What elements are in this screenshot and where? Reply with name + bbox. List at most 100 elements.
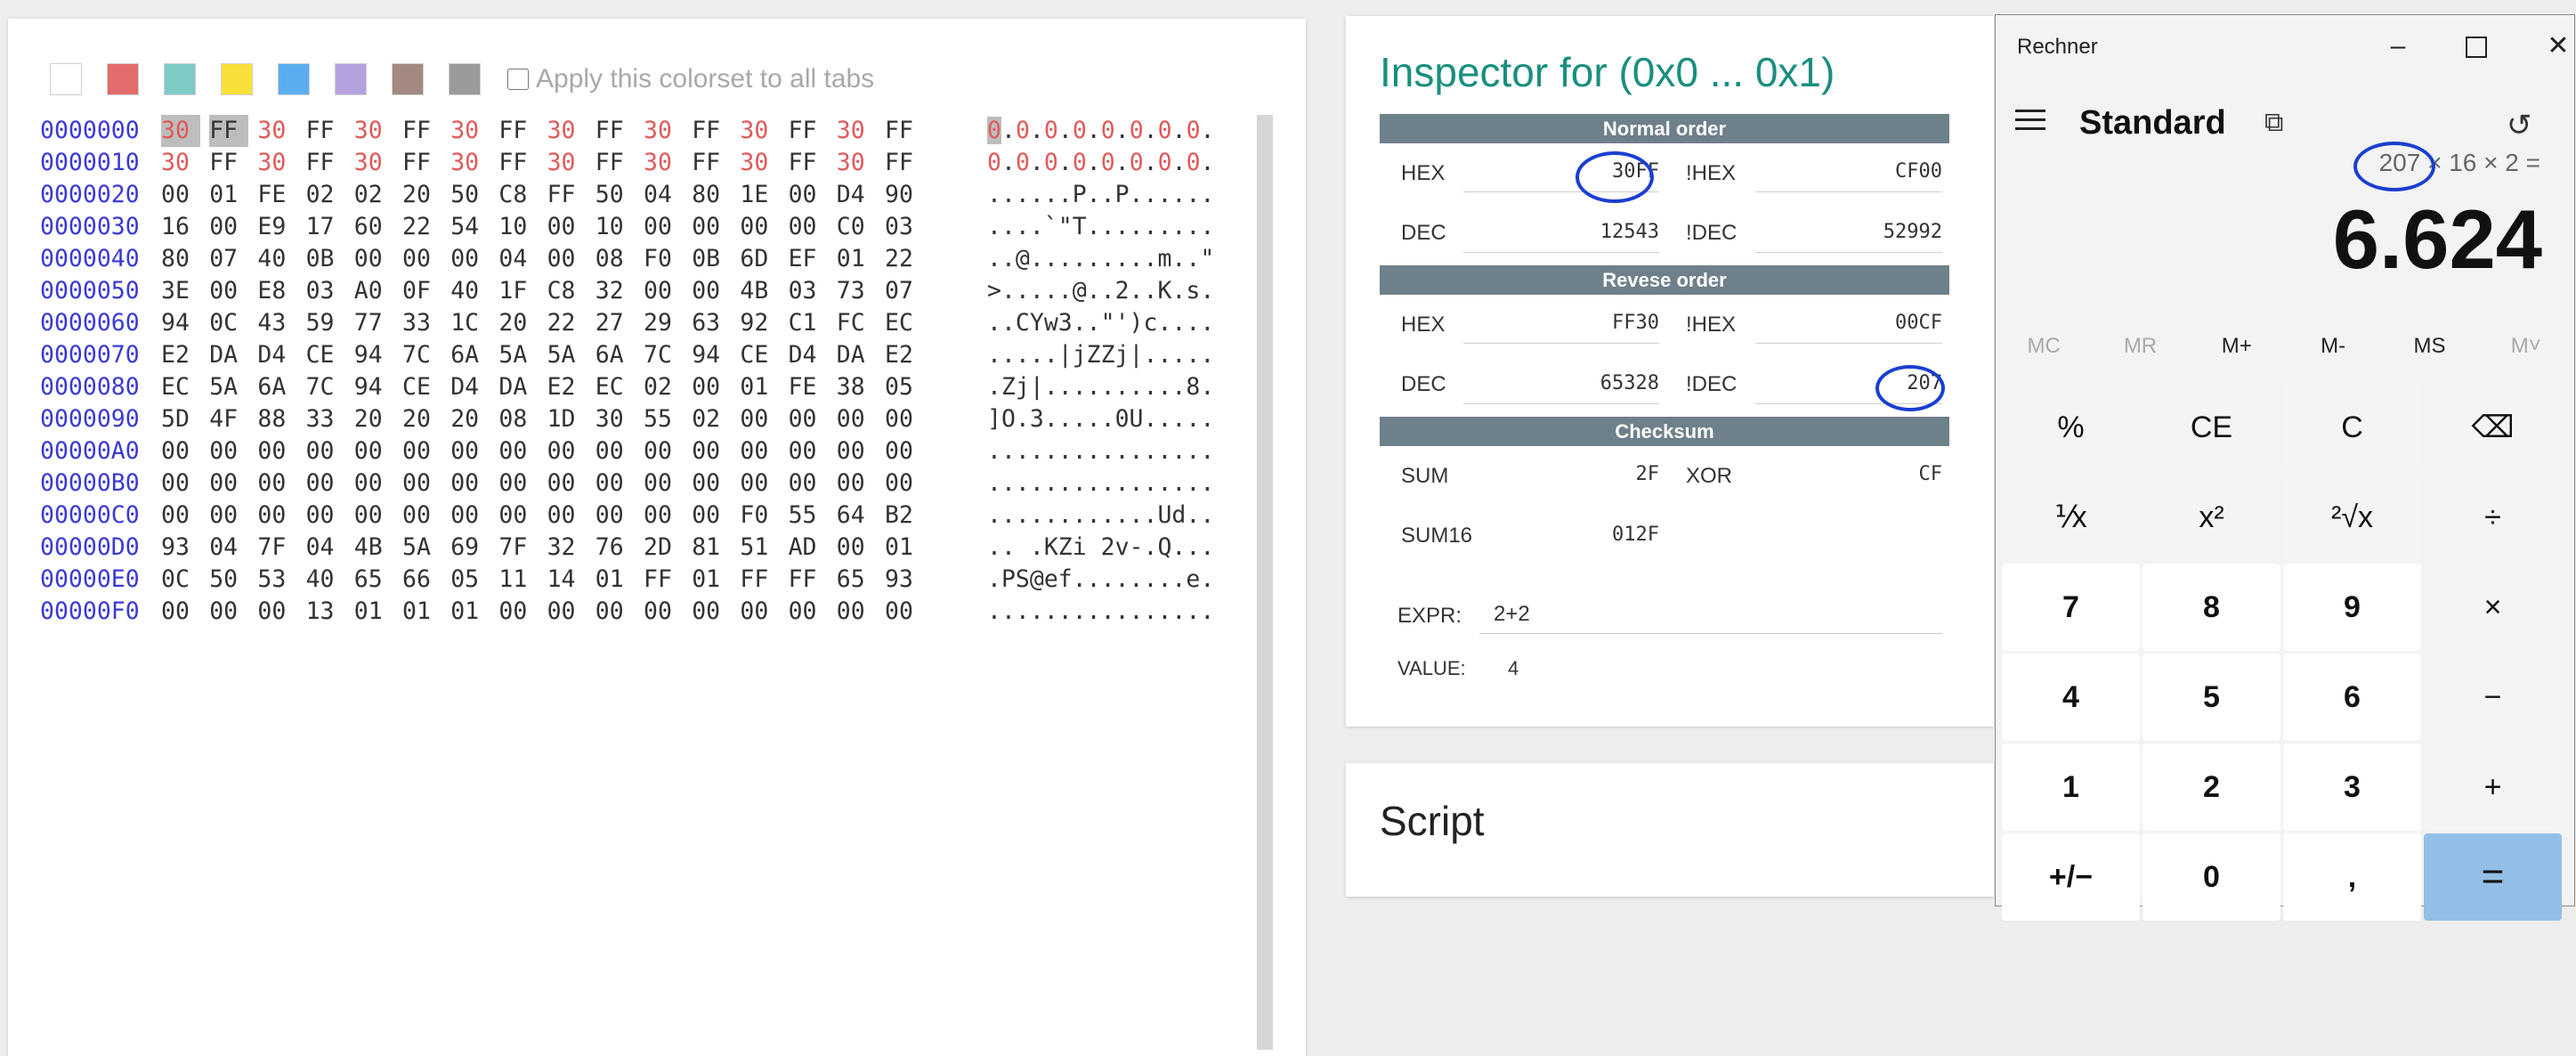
swatch-red[interactable] <box>107 63 139 95</box>
normal-dec-value[interactable]: 12543 <box>1463 212 1659 253</box>
hex-byte[interactable]: 3E <box>161 275 200 307</box>
hex-byte[interactable]: DA <box>209 339 248 371</box>
hex-byte[interactable]: B2 <box>885 500 924 532</box>
hex-byte[interactable]: 30 <box>354 115 393 147</box>
hex-byte[interactable]: 94 <box>354 339 393 371</box>
hex-row-ascii[interactable]: 0.0.0.0.0.0.0.0. <box>987 115 1215 147</box>
hex-byte[interactable]: FF <box>789 564 828 596</box>
swatch-gray[interactable] <box>449 63 481 95</box>
hex-byte[interactable]: 00 <box>885 596 924 628</box>
hex-byte[interactable]: 00 <box>547 243 587 275</box>
hex-byte[interactable]: 66 <box>402 564 441 596</box>
hex-byte[interactable]: FF <box>498 147 538 179</box>
hex-byte[interactable]: 51 <box>740 532 779 564</box>
hex-byte[interactable]: 0F <box>402 275 441 307</box>
hex-byte[interactable]: 00 <box>547 467 587 500</box>
hex-byte[interactable]: 30 <box>740 115 779 147</box>
hex-byte[interactable]: 5D <box>161 403 200 435</box>
hex-byte[interactable]: 00 <box>740 435 779 467</box>
hex-byte[interactable]: 32 <box>595 275 635 307</box>
hex-byte[interactable]: FF <box>209 115 249 147</box>
hex-byte[interactable]: 38 <box>837 371 876 403</box>
hex-byte[interactable]: 30 <box>644 115 683 147</box>
hex-byte[interactable]: 00 <box>498 596 538 628</box>
hex-byte[interactable]: 55 <box>789 500 828 532</box>
close-icon[interactable]: ✕ <box>2523 24 2576 69</box>
hex-byte[interactable]: FF <box>595 147 635 179</box>
hex-byte[interactable]: 00 <box>837 532 876 564</box>
hex-byte[interactable]: FF <box>789 147 828 179</box>
hex-byte[interactable]: 01 <box>354 596 393 628</box>
hex-byte[interactable]: FF <box>740 564 779 596</box>
hex-byte[interactable]: 7F <box>498 532 538 564</box>
hex-byte[interactable]: 03 <box>306 275 345 307</box>
hex-byte[interactable]: 6A <box>257 371 296 403</box>
sum-value[interactable]: 2F <box>1463 454 1660 495</box>
hex-row-ascii[interactable]: ................ <box>987 435 1214 467</box>
normal-ndec-value[interactable]: 52992 <box>1755 212 1942 253</box>
calc-key[interactable]: 2 <box>2143 743 2280 831</box>
hex-byte[interactable]: 29 <box>644 307 683 339</box>
hex-byte[interactable]: 6A <box>450 339 490 371</box>
hex-row-ascii[interactable]: ]O.3.....0U..... <box>987 403 1214 435</box>
hex-byte[interactable]: 01 <box>402 596 441 628</box>
hex-byte[interactable]: AD <box>789 532 828 564</box>
hex-byte[interactable]: 05 <box>450 564 490 596</box>
hex-byte[interactable]: 94 <box>692 339 731 371</box>
hex-byte[interactable]: 43 <box>257 307 296 339</box>
hex-row-ascii[interactable]: ..CYw3.."')c.... <box>987 307 1214 339</box>
swatch-purple[interactable] <box>335 63 367 95</box>
hex-byte[interactable]: 00 <box>547 435 587 467</box>
hex-byte[interactable]: 7C <box>644 339 683 371</box>
hex-row-ascii[interactable]: ............Ud.. <box>987 500 1214 532</box>
calc-key[interactable]: 3 <box>2283 743 2421 831</box>
hex-byte[interactable]: 77 <box>354 307 393 339</box>
calc-key[interactable]: ²√x <box>2283 474 2421 561</box>
calc-key[interactable]: 7 <box>2002 564 2140 651</box>
hex-byte[interactable]: FF <box>692 147 731 179</box>
hex-byte[interactable]: 22 <box>885 243 924 275</box>
hex-byte[interactable]: 00 <box>547 596 587 628</box>
hex-byte[interactable]: 30 <box>644 147 683 179</box>
hex-byte[interactable]: CE <box>402 371 441 403</box>
hex-byte[interactable]: 30 <box>837 115 876 147</box>
calc-key[interactable]: + <box>2424 743 2562 831</box>
hex-byte[interactable]: 07 <box>209 243 248 275</box>
hex-byte[interactable]: 2D <box>644 532 683 564</box>
hex-byte[interactable]: 80 <box>692 179 731 211</box>
hex-byte[interactable]: 33 <box>306 403 345 435</box>
hex-byte[interactable]: D4 <box>257 339 296 371</box>
hex-byte[interactable]: 00 <box>740 596 779 628</box>
hex-byte[interactable]: 08 <box>498 403 538 435</box>
hex-byte[interactable]: 40 <box>450 275 490 307</box>
hex-byte[interactable]: 00 <box>354 243 393 275</box>
hex-byte[interactable]: C1 <box>789 307 828 339</box>
hex-byte[interactable]: E2 <box>885 339 924 371</box>
hex-byte[interactable]: 00 <box>644 500 683 532</box>
hex-byte[interactable]: E2 <box>547 371 587 403</box>
calc-key[interactable]: 5 <box>2143 654 2280 741</box>
hex-byte[interactable]: 00 <box>209 500 248 532</box>
calc-key[interactable]: 1 <box>2002 743 2140 831</box>
hex-row-ascii[interactable]: ....`"T......... <box>987 211 1214 243</box>
hex-byte[interactable]: 20 <box>354 403 393 435</box>
hex-byte[interactable]: 30 <box>740 147 779 179</box>
hex-byte[interactable]: 00 <box>402 243 441 275</box>
hex-byte[interactable]: 4F <box>209 403 248 435</box>
hex-byte[interactable]: 30 <box>161 115 200 147</box>
hex-byte[interactable]: 00 <box>595 435 635 467</box>
hex-byte[interactable]: 00 <box>885 435 924 467</box>
hex-byte[interactable]: 00 <box>209 435 248 467</box>
hex-byte[interactable]: 04 <box>498 243 538 275</box>
hex-byte[interactable]: 00 <box>209 275 248 307</box>
hex-byte[interactable]: 7C <box>402 339 441 371</box>
hex-byte[interactable]: EC <box>161 371 200 403</box>
hex-byte[interactable]: 16 <box>161 211 200 243</box>
hex-byte[interactable]: 22 <box>402 211 441 243</box>
calc-key[interactable]: = <box>2424 833 2562 921</box>
swatch-teal[interactable] <box>164 63 196 95</box>
hex-byte[interactable]: EC <box>885 307 924 339</box>
keep-on-top-icon[interactable]: ⧉ <box>2264 108 2283 138</box>
hex-byte[interactable]: 90 <box>885 179 924 211</box>
hex-byte[interactable]: 00 <box>644 435 683 467</box>
